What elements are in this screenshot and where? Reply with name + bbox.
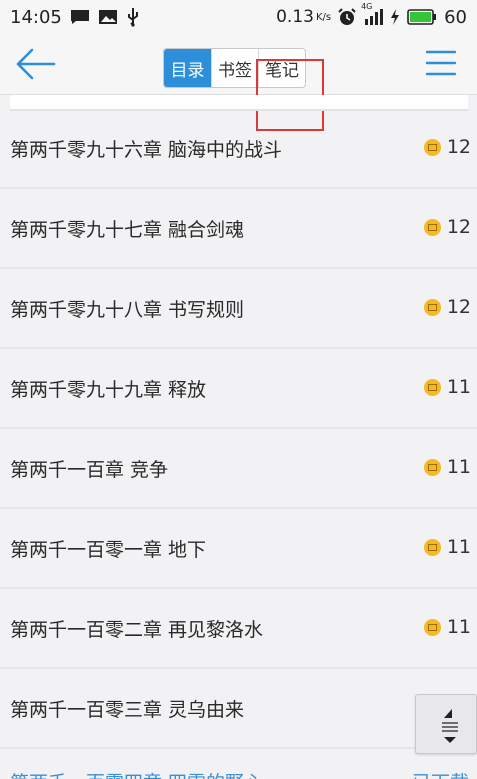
- chapter-meta: 12: [423, 189, 471, 265]
- partial-chapter-title: 第两千一百零四章 四雷的野心: [10, 768, 263, 779]
- message-icon: [70, 9, 90, 25]
- chapter-row[interactable]: 第两千一百零一章 地下 11: [0, 509, 477, 589]
- status-time: 14:05: [10, 6, 62, 28]
- chapter-row[interactable]: 第两千一百零二章 再见黎洛水 11: [0, 589, 477, 669]
- chapter-row[interactable]: 第两千一百零三章 灵乌由来 11: [0, 669, 477, 749]
- coin-icon: [423, 298, 441, 316]
- network-speed: 0.13: [276, 7, 314, 27]
- chapter-title: 第两千一百零一章 地下: [10, 538, 207, 561]
- coin-icon: [423, 538, 441, 556]
- coin-icon: [423, 138, 441, 156]
- chapter-row[interactable]: 第两千零九十九章 释放 11: [0, 349, 477, 429]
- speed-unit: K/s: [315, 11, 332, 23]
- image-icon: [98, 9, 118, 25]
- chapter-count: 11: [446, 616, 471, 638]
- chapter-count: 11: [446, 456, 471, 478]
- chapter-row[interactable]: 第两千零九十六章 脑海中的战斗 12: [0, 109, 477, 189]
- status-bar: 14:05 0.13 K/s 4G 60: [0, 0, 477, 34]
- menu-button[interactable]: [425, 48, 457, 78]
- alarm-icon: [338, 8, 356, 26]
- chapter-list[interactable]: 第两千零九十六章 脑海中的战斗 12 第两千零九十七章 融合剑魂 12 第两千零…: [0, 95, 477, 779]
- network-type: 4G: [361, 2, 373, 11]
- partial-chapter-row[interactable]: 第两千一百零四章 四雷的野心 已下载: [0, 740, 477, 779]
- chapter-title: 第两千零九十六章 脑海中的战斗: [10, 138, 283, 161]
- battery-level: 60: [444, 6, 467, 28]
- signal-icon: 4G: [361, 2, 384, 26]
- chapter-count: 12: [446, 216, 471, 238]
- chapter-title: 第两千零九十八章 书写规则: [10, 298, 245, 321]
- chapter-count: 12: [446, 136, 471, 158]
- scroll-arrows-icon: [442, 709, 458, 743]
- downloaded-label: 已下载: [412, 768, 469, 779]
- chapter-count: 11: [446, 376, 471, 398]
- back-arrow-icon: [16, 48, 56, 80]
- hamburger-menu-icon: [425, 50, 457, 76]
- coin-icon: [423, 458, 441, 476]
- chapter-title: 第两千一百章 竞争: [10, 458, 169, 481]
- battery-icon: [407, 9, 437, 25]
- coin-icon: [423, 378, 441, 396]
- chapter-count: 12: [446, 296, 471, 318]
- chapter-meta: 12: [423, 269, 471, 345]
- chapter-title: 第两千零九十七章 融合剑魂: [10, 218, 245, 241]
- chapter-meta: 11: [423, 349, 471, 425]
- coin-icon: [423, 218, 441, 236]
- coin-icon: [423, 618, 441, 636]
- chapter-meta: 11: [423, 509, 471, 585]
- chapter-row[interactable]: 第两千零九十八章 书写规则 12: [0, 269, 477, 349]
- tab-notes[interactable]: 笔记: [258, 49, 305, 87]
- chapter-row[interactable]: 第两千零九十七章 融合剑魂 12: [0, 189, 477, 269]
- chapter-title: 第两千一百零二章 再见黎洛水: [10, 618, 264, 641]
- back-button[interactable]: [14, 46, 56, 82]
- chapter-title: 第两千零九十九章 释放: [10, 378, 207, 401]
- chapter-meta: 11: [423, 589, 471, 665]
- usb-icon: [126, 7, 140, 27]
- scroll-handle[interactable]: [415, 694, 477, 754]
- chapter-title: 第两千一百零三章 灵乌由来: [10, 698, 245, 721]
- chapter-meta: 11: [423, 429, 471, 505]
- chapter-meta: 12: [423, 109, 471, 185]
- tab-contents[interactable]: 目录: [164, 49, 211, 87]
- tab-bookmarks[interactable]: 书签: [211, 49, 258, 87]
- charging-icon: [390, 8, 400, 26]
- tab-group: 目录 书签 笔记: [163, 48, 306, 88]
- chapter-count: 11: [446, 536, 471, 558]
- chapter-row[interactable]: 第两千一百章 竞争 11: [0, 429, 477, 509]
- nav-bar: 目录 书签 笔记: [0, 34, 477, 131]
